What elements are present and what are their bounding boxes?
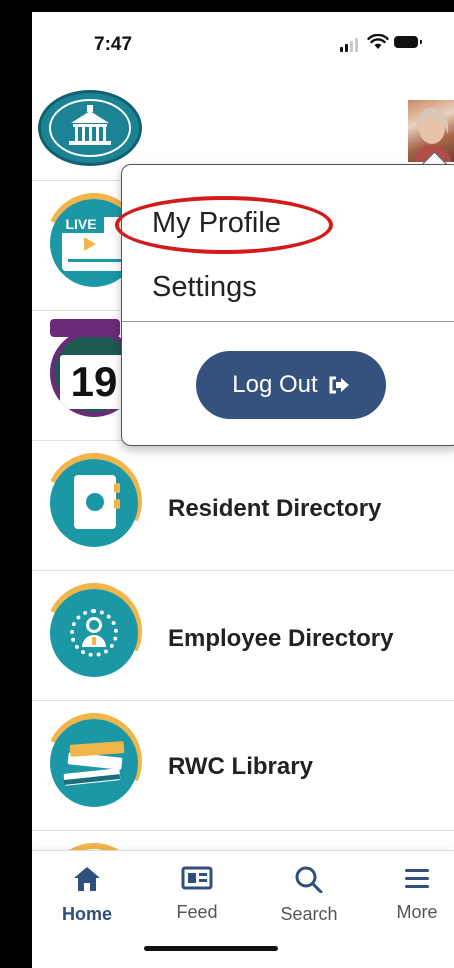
list-item-label: RWC Library: [168, 753, 313, 780]
calendar-header-bar: [50, 319, 120, 337]
logout-button[interactable]: Log Out: [196, 351, 386, 419]
menu-divider: [122, 321, 454, 322]
cellular-signal-icon: [340, 38, 358, 52]
newspaper-icon: [181, 866, 213, 890]
tab-search[interactable]: Search: [264, 865, 354, 925]
search-icon: [295, 866, 323, 894]
status-time: 7:47: [94, 34, 133, 55]
bottom-tab-bar: Home Feed Search More: [32, 850, 454, 951]
calendar-day: 19: [60, 355, 128, 409]
books-icon: [50, 719, 138, 807]
wifi-icon: [367, 34, 389, 49]
tab-home[interactable]: Home: [42, 865, 132, 925]
avatar-photo: [414, 107, 452, 162]
user-avatar[interactable]: [408, 100, 454, 162]
tab-label: Feed: [176, 902, 218, 922]
tab-more[interactable]: More: [372, 865, 454, 923]
address-book-icon: [50, 459, 138, 547]
menu-item-settings[interactable]: Settings: [152, 271, 257, 304]
logout-icon: [329, 376, 349, 394]
hamburger-icon: [405, 869, 429, 888]
tab-label: More: [396, 902, 438, 922]
community-logo[interactable]: [38, 90, 142, 166]
battery-icon: [394, 36, 422, 48]
tab-feed[interactable]: Feed: [152, 865, 242, 923]
home-icon: [74, 867, 100, 891]
app-screen: 7:47 LIVE 19 Resident Directory Employee…: [32, 12, 454, 968]
employee-badge-icon: [50, 589, 138, 677]
annotation-circle: [115, 196, 333, 254]
live-badge: LIVE: [58, 215, 104, 233]
home-indicator: [144, 946, 278, 951]
list-item-label: Resident Directory: [168, 495, 382, 522]
list-item-employee-directory[interactable]: Employee Directory: [32, 569, 454, 701]
tab-label: Search: [280, 904, 338, 924]
logout-label: Log Out: [232, 371, 318, 398]
gazebo-icon: [49, 99, 131, 157]
status-bar: 7:47: [32, 12, 454, 68]
list-item-resident-directory[interactable]: Resident Directory: [32, 439, 454, 571]
list-item-label: Employee Directory: [168, 625, 394, 652]
list-item-rwc-library[interactable]: RWC Library: [32, 699, 454, 831]
tab-label: Home: [61, 904, 112, 924]
